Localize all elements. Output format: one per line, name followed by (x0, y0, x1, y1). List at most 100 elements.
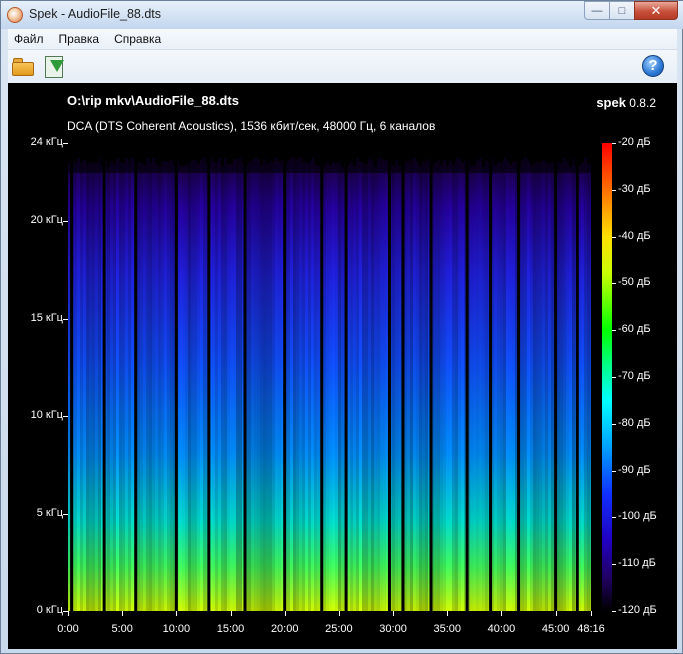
spectrum-column (335, 163, 338, 611)
db-tick-label: -50 дБ (618, 276, 651, 289)
brand-version: 0.8.2 (629, 96, 656, 110)
silence-gap (517, 143, 521, 611)
db-tick-mark (612, 189, 616, 191)
save-arrow-shape (50, 60, 64, 72)
spectrum-column (98, 158, 101, 611)
spectrum-column (437, 160, 440, 611)
spectrum-column (485, 160, 488, 611)
x-tick-label: 45:00 (541, 623, 570, 635)
spectrum-column (302, 161, 305, 611)
db-tick-label: -30 дБ (618, 182, 651, 195)
spectrum-column (227, 164, 230, 611)
silence-gap (465, 143, 469, 611)
spectrum-column (305, 162, 308, 611)
close-button[interactable]: ✕ (634, 1, 678, 20)
spectrum-column (167, 161, 170, 611)
x-tick-mark (591, 611, 592, 616)
spectrum-column (224, 157, 227, 611)
spectrogram-plot (68, 143, 591, 611)
x-tick-label: 25:00 (325, 623, 353, 635)
x-tick-mark (338, 611, 340, 616)
spectrum-column (137, 161, 140, 611)
db-tick-label: -40 дБ (618, 229, 651, 242)
x-tick-label: 15:00 (216, 623, 245, 635)
spectrum-column (257, 159, 260, 611)
silence-gap (102, 143, 106, 611)
spectrum-column (83, 159, 86, 611)
spectrum-column (557, 161, 560, 611)
db-tick-mark (612, 377, 616, 378)
spectrum-column (560, 163, 563, 611)
menu-file[interactable]: Файл (14, 32, 44, 46)
menu-bar: Файл Правка Справка (8, 29, 677, 50)
spectrum-column (296, 158, 299, 611)
save-image-button[interactable] (42, 54, 68, 80)
spectrum-column (473, 164, 476, 611)
top-fade (68, 143, 591, 173)
spectrum-column (278, 161, 281, 611)
spectrum-column (536, 161, 539, 611)
silence-gap (320, 143, 324, 611)
spectrum-column (368, 159, 371, 611)
maximize-button[interactable]: □ (609, 1, 635, 20)
x-tick-label: 35:00 (433, 623, 461, 635)
spectrum-column (416, 161, 419, 611)
y-tick-label: 15 кГц (30, 311, 63, 324)
title-bar[interactable]: Spek - AudioFile_88.dts — □ ✕ (1, 1, 683, 29)
x-tick-mark (393, 611, 395, 616)
y-tick-label: 0 кГц (36, 604, 63, 616)
help-button[interactable]: ? (641, 54, 667, 80)
spectrum-column (566, 161, 569, 611)
y-tick-label: 5 кГц (36, 506, 63, 519)
spectrum-column (260, 164, 263, 611)
x-tick-label: 40:00 (487, 623, 516, 635)
spectrum-column (407, 161, 410, 611)
spectrum-column (581, 162, 584, 611)
silence-gap (174, 143, 178, 611)
spectrum-column (107, 166, 110, 611)
minimize-button[interactable]: — (584, 1, 610, 20)
db-tick-mark (612, 236, 616, 238)
window-controls: — □ ✕ (584, 1, 678, 21)
db-tick-label: -110 дБ (618, 557, 656, 570)
open-file-button[interactable] (11, 54, 37, 80)
spectrum-column (308, 162, 311, 611)
db-tick-mark (612, 423, 616, 425)
spectrum-column (527, 160, 530, 611)
y-tick-label: 20 кГц (30, 214, 63, 226)
db-tick-label: -60 дБ (618, 323, 651, 336)
y-tick-mark (63, 221, 68, 222)
spectrum-column (152, 157, 155, 611)
silence-gap (401, 143, 405, 611)
menu-help[interactable]: Справка (114, 32, 161, 46)
spectrum-column (524, 157, 527, 611)
file-info-label: DCA (DTS Coherent Acoustics), 1536 кбит/… (67, 119, 436, 133)
spectrum-column (287, 159, 290, 611)
x-tick-mark (68, 611, 69, 616)
db-tick-mark (612, 470, 616, 472)
x-tick-label: 5:00 (111, 623, 133, 635)
spectrum-column (341, 166, 344, 611)
db-tick-label: -90 дБ (618, 463, 651, 476)
spectrum-column (239, 157, 242, 611)
spectrum-column (383, 159, 386, 611)
spectrum-column (188, 162, 191, 611)
spectrum-column (146, 158, 149, 611)
spectrum-column (350, 162, 353, 611)
spectrum-column (194, 159, 197, 611)
spectrum-column (140, 163, 143, 611)
spectrum-column (323, 165, 326, 611)
db-tick-mark (612, 517, 616, 519)
silence-gap (207, 143, 211, 611)
spectrum-column (200, 159, 203, 611)
spectrum-column (374, 166, 377, 611)
x-tick-mark (501, 611, 503, 616)
spectrum-column (266, 163, 269, 611)
spectrum-column (77, 157, 80, 611)
window-title: Spek - AudioFile_88.dts (29, 7, 162, 21)
spectrum-column (569, 166, 572, 611)
menu-edit[interactable]: Правка (59, 32, 100, 46)
toolbar: ? (8, 50, 677, 83)
spectrum-column (74, 161, 77, 611)
db-tick-label: -120 дБ (618, 604, 657, 616)
